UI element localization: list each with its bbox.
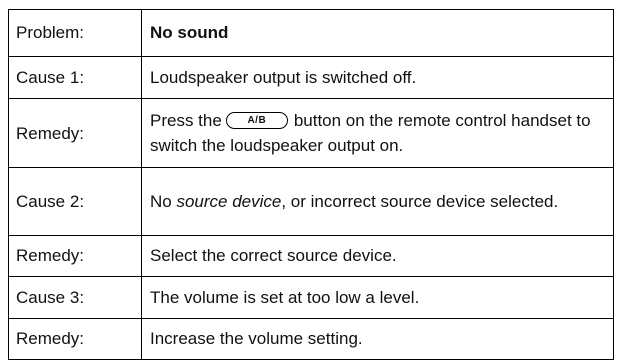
cause-2-text-before: No: [150, 191, 177, 211]
cause-2-cell: No source device, or incorrect source de…: [141, 167, 614, 236]
table-row-remedy-3: Remedy: Increase the volume setting.: [8, 317, 614, 361]
cause-3-text: The volume is set at too low a level.: [141, 276, 614, 319]
problem-value: No sound: [141, 9, 614, 57]
table-row-cause-2: Cause 2: No source device, or incorrect …: [8, 167, 614, 236]
table-row-cause-1: Cause 1: Loudspeaker output is switched …: [8, 55, 614, 100]
remedy-1-cell: Press the A/B button on the remote control…: [141, 98, 614, 169]
remedy-3-label: Remedy:: [8, 317, 142, 361]
remedy-1-label: Remedy:: [8, 98, 142, 169]
cause-2-label: Cause 2:: [8, 167, 142, 236]
table-row-cause-3: Cause 3: The volume is set at too low a …: [8, 276, 614, 319]
cause-2-text-after: , or incorrect source device selected.: [281, 191, 559, 211]
remedy-1-text-before: Press the: [150, 111, 222, 131]
problem-label: Problem:: [8, 9, 142, 57]
table-row-remedy-2: Remedy: Select the correct source device…: [8, 234, 614, 278]
table-row-problem: Problem: No sound: [8, 9, 614, 57]
remedy-2-label: Remedy:: [8, 234, 142, 278]
cause-2-italic-term: source device: [176, 191, 282, 211]
remedy-2-text: Select the correct source device.: [141, 234, 614, 278]
troubleshooting-table: Problem: No sound Cause 1: Loudspeaker o…: [8, 9, 614, 361]
cause-1-label: Cause 1:: [8, 55, 142, 100]
ab-button-icon: A/B: [225, 112, 288, 130]
cause-1-text: Loudspeaker output is switched off.: [141, 55, 614, 100]
table-row-remedy-1: Remedy: Press the A/B button on the remote…: [8, 98, 614, 169]
cause-3-label: Cause 3:: [8, 276, 142, 319]
remedy-3-text: Increase the volume setting.: [141, 317, 614, 361]
